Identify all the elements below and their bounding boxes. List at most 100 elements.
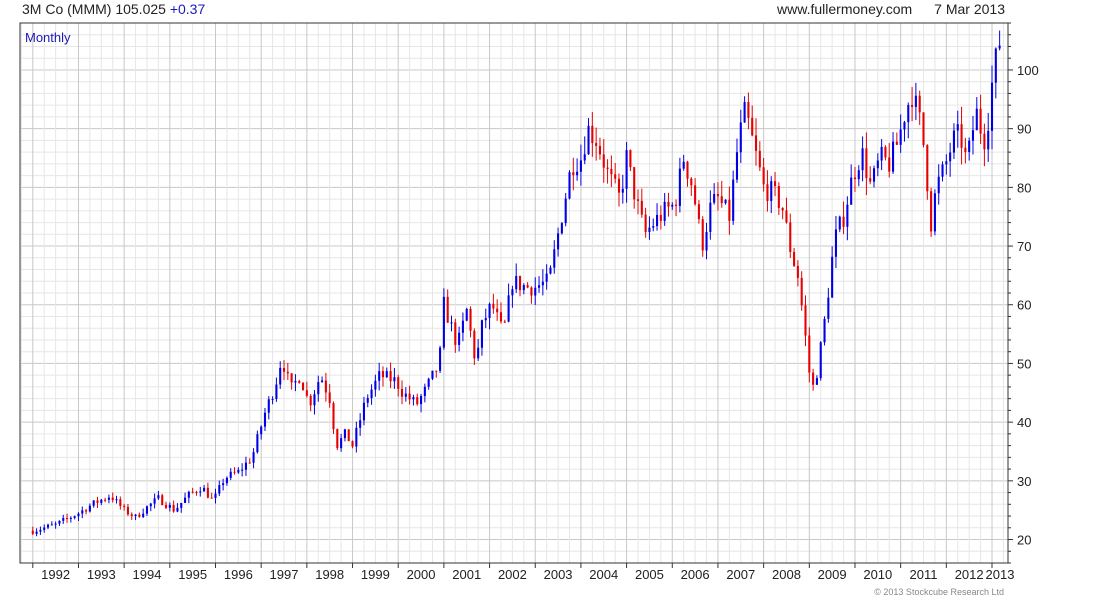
candle-body [347, 429, 350, 442]
candle-body [834, 229, 837, 257]
candle-body [302, 382, 305, 391]
candle-body [229, 471, 232, 478]
candle-body [488, 303, 491, 319]
candle-body [598, 145, 601, 155]
candle-body [827, 297, 830, 319]
candle-body [480, 320, 483, 348]
candle-body [930, 191, 933, 232]
candle-body [530, 287, 533, 296]
candle-body [256, 434, 259, 453]
candle-body [941, 164, 944, 177]
candle-body [107, 497, 110, 500]
candle-body [903, 122, 906, 130]
candle-body [595, 143, 598, 146]
candle-body [659, 214, 662, 221]
candle-body [998, 45, 1001, 49]
candle-body [823, 318, 826, 343]
candle-body [351, 441, 354, 447]
candle-body [180, 502, 183, 508]
candle-body [222, 483, 225, 486]
candle-body [104, 499, 107, 501]
candle-body [393, 377, 396, 382]
y-tick-label: 40 [1017, 415, 1031, 430]
candle-body [891, 141, 895, 172]
candle-body [446, 296, 449, 323]
candle-body [419, 396, 423, 405]
candle-body [172, 505, 175, 512]
candle-body [694, 185, 697, 205]
candle-body [324, 380, 327, 393]
y-tick-label: 60 [1017, 298, 1031, 313]
candle-body [290, 373, 293, 383]
candle-body [937, 176, 940, 194]
candle-body [206, 487, 209, 498]
candle-body [735, 152, 739, 180]
candle-body [46, 524, 50, 528]
candle-body [168, 505, 171, 508]
x-tick-label: 1992 [41, 567, 70, 582]
candlestick-chart: 20 30 40 50 60 70 80 90 100 1992 1993 1994 1995 1996… [19, 22, 1039, 597]
candle-body [697, 204, 700, 220]
candle-body [629, 150, 632, 168]
interval-label: Monthly [25, 30, 71, 45]
x-tick-label: 2010 [863, 567, 892, 582]
y-axis: 20 30 40 50 60 70 80 90 100 [1008, 22, 1039, 564]
x-tick-label: 2008 [772, 567, 801, 582]
candle-body [857, 170, 860, 180]
x-tick-label: 2005 [635, 567, 664, 582]
candle-body [705, 231, 708, 251]
candle-body [378, 371, 381, 381]
candle-body [134, 514, 137, 517]
candle-body [294, 381, 297, 383]
candle-body [43, 527, 46, 530]
candle-body [252, 452, 255, 463]
candle-body [343, 429, 346, 439]
x-tick-label: 1996 [224, 567, 253, 582]
candle-body [73, 516, 76, 518]
x-tick-label: 2002 [498, 567, 527, 582]
candle-body [359, 420, 362, 428]
candle-body [781, 207, 784, 211]
candle-body [625, 150, 628, 189]
candle-body [214, 493, 217, 498]
candle-body [111, 497, 114, 501]
candle-body [587, 125, 590, 155]
candle-body [865, 148, 868, 179]
candle-body [458, 332, 461, 345]
candle-body [994, 48, 997, 83]
candle-body [652, 226, 655, 228]
candle-body [492, 303, 495, 309]
candle-body [640, 200, 643, 215]
candle-body [675, 204, 678, 206]
candle-body [800, 277, 803, 306]
candle-body [869, 178, 872, 182]
candle-body [484, 318, 487, 321]
candle-body [614, 174, 617, 179]
candle-body [321, 380, 324, 383]
candle-body [751, 117, 754, 136]
candle-body [412, 397, 415, 400]
candle-body [804, 305, 807, 336]
candle-body [541, 281, 544, 286]
candle-body [838, 216, 841, 230]
candle-body [808, 335, 811, 373]
candle-body [130, 514, 133, 517]
candle-body [655, 214, 659, 227]
candle-body [442, 296, 445, 348]
candle-body [678, 168, 681, 206]
candle-body [157, 495, 160, 499]
candle-body [404, 393, 407, 397]
candle-body [884, 146, 887, 158]
candle-body [31, 530, 34, 534]
candle-body [96, 500, 99, 503]
candle-body [876, 160, 879, 169]
candle-body [686, 161, 689, 179]
candle-body [416, 397, 419, 405]
candle-body [408, 393, 411, 400]
candle-body [362, 402, 365, 421]
candle-body [62, 518, 65, 521]
candle-body [911, 104, 914, 107]
candle-body [975, 108, 978, 131]
candle-body [762, 167, 765, 185]
candle-body [54, 523, 57, 525]
